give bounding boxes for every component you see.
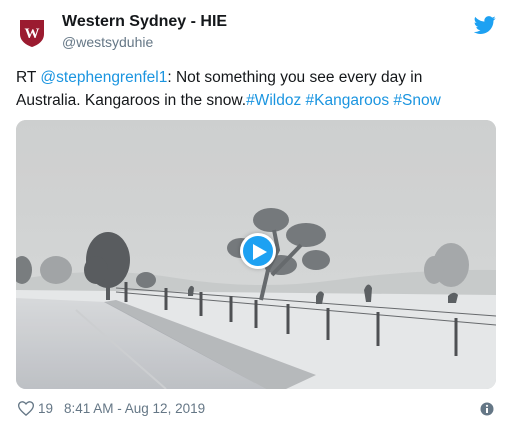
account-logo[interactable]: W [18,18,46,48]
mention-link[interactable]: @stephengrenfel1 [40,69,167,86]
account-name[interactable]: Western Sydney - HIE [62,13,227,31]
logo-letter: W [25,26,40,42]
video-player[interactable] [16,120,496,389]
account-handle[interactable]: @westsyduhie [62,34,153,50]
hashtag-link[interactable]: #Snow [393,92,440,109]
hashtag-link[interactable]: #Wildoz [246,92,301,109]
twitter-bird-icon[interactable] [474,14,496,36]
heart-icon[interactable] [18,401,34,416]
info-icon[interactable] [480,402,494,416]
play-icon [253,244,267,260]
tweet-text: RT @stephengrenfel1: Not something you s… [16,66,486,112]
play-button[interactable] [240,233,276,269]
tweet-card: W Western Sydney - HIE @westsyduhie RT @… [0,0,512,426]
retweet-prefix: RT [16,69,41,86]
tweet-timestamp[interactable]: 8:41 AM - Aug 12, 2019 [64,401,205,416]
hashtag-link[interactable]: #Kangaroos [306,92,390,109]
like-count[interactable]: 19 [38,401,53,416]
tweet-footer: 19 8:41 AM - Aug 12, 2019 [18,400,494,418]
